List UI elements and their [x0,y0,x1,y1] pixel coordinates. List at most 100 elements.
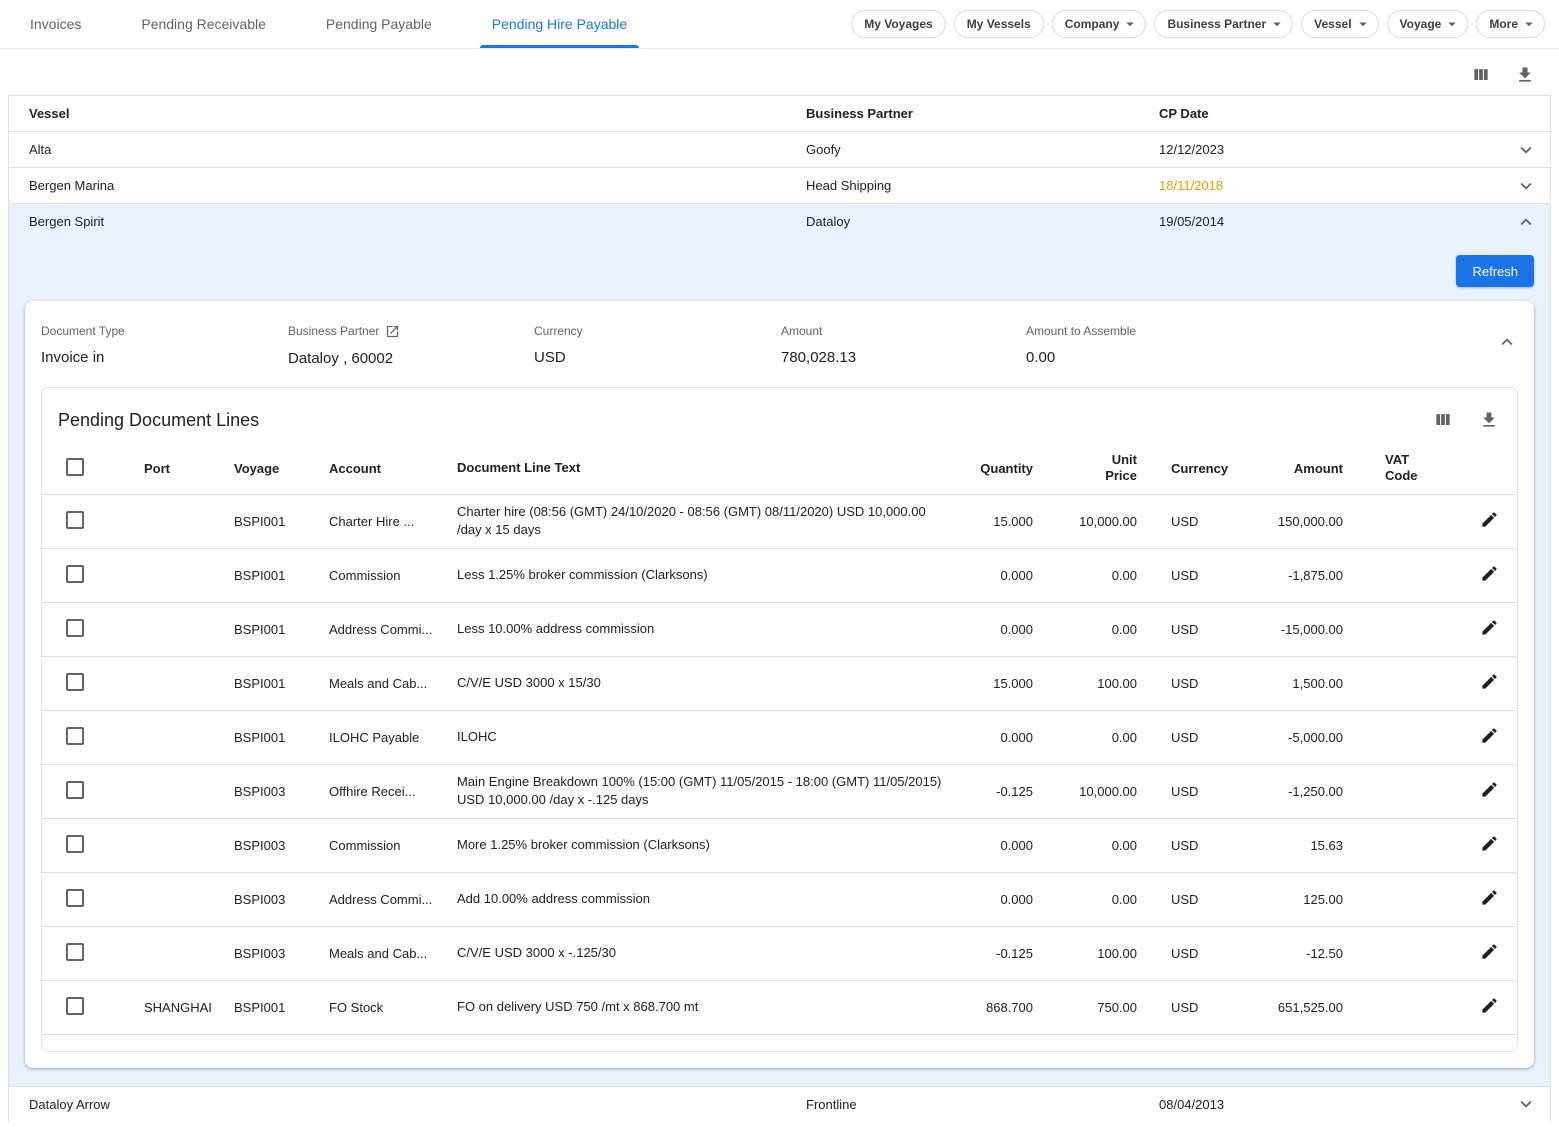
line-port [144,945,234,961]
vessel-row-bergen-spirit[interactable]: Bergen Spirit Dataloy 19/05/2014 [9,203,1550,239]
vessel-row-alta[interactable]: Alta Goofy 12/12/2023 [9,131,1550,167]
currency-field: Currency USD [534,323,781,367]
row-checkbox[interactable] [66,781,84,799]
line-currency: USD [1171,506,1257,537]
line-unit-price: 0.00 [1067,614,1171,645]
amount-to-assemble-value: 0.00 [1026,349,1478,366]
filter-chip-more[interactable]: More [1476,10,1545,38]
lines-column-settings-icon[interactable] [1433,410,1453,430]
chevron-down-icon[interactable] [1515,139,1537,161]
chevron-down-icon[interactable] [1515,1093,1537,1115]
line-voyage: BSPI001 [234,560,329,591]
line-port [144,729,234,745]
row-checkbox[interactable] [66,727,84,745]
document-type-label: Document Type [41,324,125,338]
line-port [144,621,234,637]
line-account: Commission [329,830,457,861]
document-type-value: Invoice in [41,349,288,366]
document-line-row: BSPI003 Address Commi... Add 10.00% addr… [42,873,1517,927]
line-port [144,675,234,691]
line-unit-price: 10,000.00 [1067,776,1171,807]
line-text: Main Engine Breakdown 100% (15:00 (GMT) … [457,765,975,817]
row-checkbox[interactable] [66,835,84,853]
expanded-detail-body: Refresh Document Type Invoice in Busines… [9,239,1550,1086]
line-unit-price: 0.00 [1067,560,1171,591]
filter-chip-business-partner[interactable]: Business Partner [1154,10,1293,38]
collapse-document-chevron-up-icon[interactable] [1496,331,1518,353]
open-in-new-icon[interactable] [385,324,400,339]
row-checkbox[interactable] [66,889,84,907]
line-voyage: BSPI001 [234,506,329,537]
edit-icon[interactable] [1480,510,1499,529]
edit-icon[interactable] [1480,834,1499,853]
amount-value: 780,028.13 [781,349,1026,366]
line-currency: USD [1171,614,1257,645]
row-checkbox[interactable] [66,997,84,1015]
document-line-row: BSPI001 Commission Less 1.25% broker com… [42,549,1517,603]
line-unit-price: 100.00 [1067,668,1171,699]
line-vat-code [1385,783,1461,799]
line-port [144,783,234,799]
line-voyage: BSPI001 [234,614,329,645]
line-account: Address Commi... [329,884,457,915]
column-settings-icon[interactable] [1471,65,1491,85]
edit-icon[interactable] [1480,888,1499,907]
edit-icon[interactable] [1480,618,1499,637]
edit-icon[interactable] [1480,672,1499,691]
tab-pending-receivable[interactable]: Pending Receivable [111,0,296,48]
line-text: C/V/E USD 3000 x 15/30 [457,666,975,700]
header-vat-code: VAT Code [1385,444,1461,492]
document-line-row: BSPI003 Offhire Recei... Main Engine Bre… [42,765,1517,819]
vessel-row-dataloy-arrow[interactable]: Dataloy Arrow Frontline 08/04/2013 [9,1086,1550,1122]
edit-icon[interactable] [1480,780,1499,799]
edit-icon[interactable] [1480,942,1499,961]
row-checkbox[interactable] [66,511,84,529]
refresh-button[interactable]: Refresh [1456,255,1534,287]
line-account: ILOHC Payable [329,722,457,753]
filter-chip-vessel[interactable]: Vessel [1301,10,1378,38]
tab-pending-payable[interactable]: Pending Payable [296,0,462,48]
line-port [144,891,234,907]
line-amount: 15.63 [1257,830,1385,861]
tab-pending-hire-payable[interactable]: Pending Hire Payable [462,0,657,48]
line-voyage: BSPI003 [234,884,329,915]
filter-chip-my-voyages[interactable]: My Voyages [851,10,945,38]
lines-download-icon[interactable] [1479,410,1499,430]
line-unit-price: 0.00 [1067,722,1171,753]
line-account: Offhire Recei... [329,776,457,807]
line-account: Commission [329,560,457,591]
filter-chip-my-vessels[interactable]: My Vessels [954,10,1044,38]
edit-icon[interactable] [1480,996,1499,1015]
header-currency: Currency [1171,453,1257,484]
document-line-row: BSPI003 Commission More 1.25% broker com… [42,819,1517,873]
line-voyage: BSPI001 [234,722,329,753]
row-checkbox[interactable] [66,619,84,637]
header-amount: Amount [1257,453,1385,484]
document-line-row: BSPI003 Meals and Cab... C/V/E USD 3000 … [42,927,1517,981]
cp-date: 12/12/2023 [1159,142,1502,157]
line-quantity: 15.000 [975,668,1067,699]
chevron-up-icon[interactable] [1515,211,1537,233]
line-amount: 150,000.00 [1257,506,1385,537]
filter-chip-voyage[interactable]: Voyage [1387,10,1469,38]
row-checkbox[interactable] [66,565,84,583]
filter-chip-company[interactable]: Company [1052,10,1147,38]
line-quantity: -0.125 [975,938,1067,969]
chevron-down-icon[interactable] [1515,175,1537,197]
row-checkbox[interactable] [66,673,84,691]
tab-invoices[interactable]: Invoices [0,0,111,48]
business-partner-name: Head Shipping [806,178,1159,193]
filter-chip-label: My Voyages [864,17,932,31]
vessel-row-bergen-marina[interactable]: Bergen Marina Head Shipping 18/11/2018 [9,167,1550,203]
line-currency: USD [1171,560,1257,591]
download-icon[interactable] [1515,65,1535,85]
edit-icon[interactable] [1480,564,1499,583]
row-checkbox[interactable] [66,943,84,961]
line-account: Meals and Cab... [329,668,457,699]
line-quantity: 0.000 [975,884,1067,915]
edit-icon[interactable] [1480,726,1499,745]
cp-date: 19/05/2014 [1159,214,1502,229]
select-all-checkbox[interactable] [66,458,84,476]
lines-table-body: BSPI001 Charter Hire ... Charter hire (0… [42,495,1517,1051]
line-text: Less 10.00% address commission [457,612,975,646]
